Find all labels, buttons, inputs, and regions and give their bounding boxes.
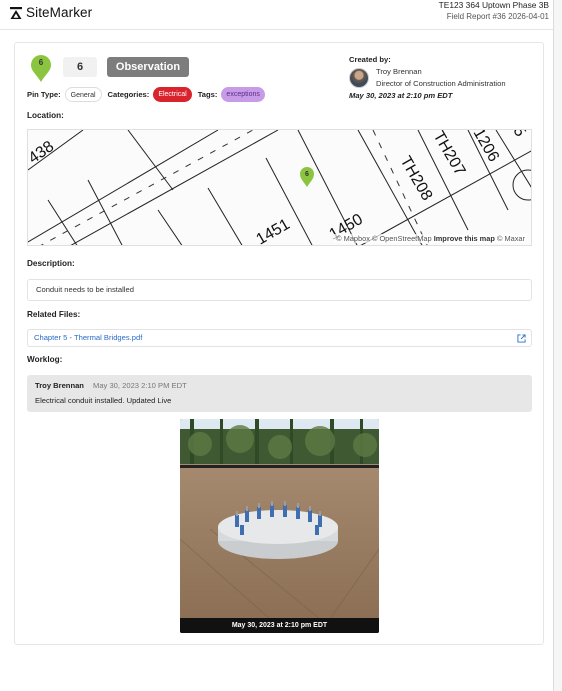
file-name[interactable]: Chapter 5 - Thermal Bridges.pdf <box>34 333 142 342</box>
avatar <box>349 68 369 88</box>
related-files-label: Related Files: <box>27 310 81 319</box>
description-label: Description: <box>27 259 75 268</box>
parcel-label: 5 <box>510 130 529 140</box>
worklog-time: May 30, 2023 2:10 PM EDT <box>93 381 187 390</box>
map-attribution-prefix: © Mapbox © OpenStreetMap <box>336 234 432 243</box>
description-text: Conduit needs to be installed <box>27 279 532 301</box>
parcel-label: 1206 <box>470 130 503 165</box>
category-chip[interactable]: Electrical <box>153 87 192 102</box>
external-link-icon[interactable] <box>517 334 526 343</box>
created-by-label: Created by: <box>349 55 391 64</box>
file-item[interactable]: Chapter 5 - Thermal Bridges.pdf <box>27 329 532 347</box>
worklog-text: Electrical conduit installed. Updated Li… <box>35 396 172 405</box>
location-label: Location: <box>27 111 64 120</box>
tags-label: Tags: <box>197 90 218 99</box>
worklog-author: Troy Brennan <box>35 381 84 390</box>
tag-chip[interactable]: exceptions <box>221 87 265 102</box>
pin-meta-row: Pin Type: General Categories: Electrical… <box>27 87 271 102</box>
parcel-label: TH208 <box>397 154 436 204</box>
pin-type-chip: General <box>64 87 102 102</box>
parcel-label: 1451 <box>254 216 293 246</box>
map-attribution-suffix: © Maxar <box>496 234 525 243</box>
creator-role: Director of Construction Administration <box>376 79 506 88</box>
logo-icon <box>10 6 22 19</box>
app-name: SiteMarker <box>26 5 93 20</box>
worklog-photo[interactable]: May 30, 2023 at 2:10 pm EDT <box>180 419 379 633</box>
sitemarker-logo[interactable]: SiteMarker <box>9 5 92 20</box>
parcel-label: TH207 <box>430 130 469 179</box>
location-map[interactable]: 438 1451 1450 TH208 TH207 1206 5 6 © Map… <box>27 129 532 246</box>
map-pin-number: 6 <box>305 171 309 178</box>
improve-map-link[interactable]: Improve this map <box>434 234 495 243</box>
creator-name: Troy Brennan <box>376 67 422 76</box>
categories-label: Categories: <box>107 90 150 99</box>
map-pin-marker[interactable]: 6 <box>300 167 314 187</box>
pin-id: 6 <box>63 57 97 77</box>
pin-type-label: Pin Type: <box>27 90 61 99</box>
map-attribution: © Mapbox © OpenStreetMap Improve this ma… <box>334 234 527 243</box>
pin-type-badge: Observation <box>107 57 189 77</box>
parcel-label: 438 <box>28 138 57 167</box>
report-subtitle: Field Report #36 2026-04-01 <box>446 12 549 21</box>
map-canvas: 438 1451 1450 TH208 TH207 1206 5 6 <box>28 130 531 246</box>
created-date: May 30, 2023 at 2:10 pm EDT <box>349 91 453 100</box>
scrollbar-track[interactable] <box>553 0 562 691</box>
worklog-label: Worklog: <box>27 355 63 364</box>
site-photo-image <box>180 419 379 620</box>
report-title: TE123 364 Uptown Phase 3B <box>438 0 549 10</box>
worklog-entry: Troy Brennan May 30, 2023 2:10 PM EDT El… <box>27 375 532 412</box>
app-header: SiteMarker TE123 364 Uptown Phase 3B Fie… <box>0 0 562 30</box>
photo-caption: May 30, 2023 at 2:10 pm EDT <box>180 618 379 633</box>
pin-number: 6 <box>38 58 44 67</box>
